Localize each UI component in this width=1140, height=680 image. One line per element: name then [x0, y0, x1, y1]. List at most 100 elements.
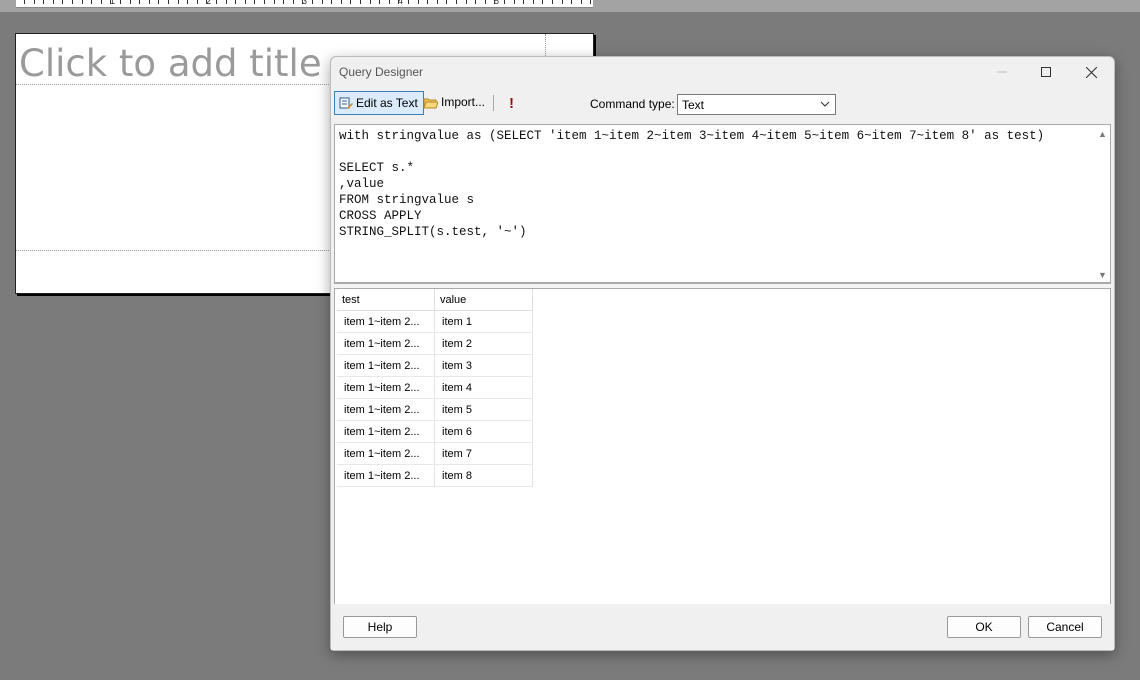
ruler-tick [504, 0, 505, 4]
query-text[interactable]: with stringvalue as (SELECT 'item 1~item… [339, 128, 1044, 240]
title-bar[interactable]: Query Designer [331, 57, 1114, 87]
ruler-tick [513, 0, 515, 4]
cell-test[interactable]: item 1~item 2... [337, 310, 435, 333]
cell-value[interactable]: item 8 [434, 464, 533, 487]
chevron-down-icon [820, 101, 830, 107]
results-pane: test value item 1~item 2... item 1 item 1~… [334, 288, 1111, 604]
ruler-tick [177, 0, 179, 4]
cell-test[interactable]: item 1~item 2... [337, 332, 435, 355]
scroll-down-icon[interactable]: ▼ [1098, 270, 1107, 280]
table-row[interactable]: item 1~item 2... item 2 [337, 332, 533, 355]
query-editor[interactable]: with stringvalue as (SELECT 'item 1~item… [334, 124, 1111, 283]
close-button[interactable] [1068, 57, 1114, 87]
ruler-tick [552, 0, 553, 4]
column-header-test[interactable]: test [337, 289, 435, 311]
title-placeholder[interactable]: Click to add title [19, 42, 322, 85]
table-row[interactable]: item 1~item 2... item 5 [337, 398, 533, 421]
horizontal-ruler: 1 2 3 4 5 [16, 0, 593, 8]
command-type-select[interactable]: Text [677, 94, 836, 115]
table-row[interactable]: item 1~item 2... item 4 [337, 376, 533, 399]
table-row[interactable]: item 1~item 2... item 6 [337, 420, 533, 443]
maximize-button[interactable] [1023, 57, 1069, 87]
dialog-title: Query Designer [339, 65, 424, 79]
folder-icon [423, 98, 438, 108]
cell-value[interactable]: item 6 [434, 420, 533, 443]
minimize-icon [997, 71, 1007, 73]
results-grid: test value item 1~item 2... item 1 item 1~… [337, 289, 533, 487]
import-button[interactable]: Import... [419, 91, 489, 113]
ruler-tick [561, 0, 563, 4]
toolbar-separator [493, 95, 494, 111]
ruler-tick [340, 0, 342, 4]
ruler-tick [360, 0, 361, 4]
ruler-tick [91, 0, 93, 4]
cell-test[interactable]: item 1~item 2... [337, 464, 435, 487]
command-type-value: Text [682, 98, 705, 112]
ruler-tick [312, 0, 313, 4]
ruler-tick [81, 0, 83, 4]
cell-test[interactable]: item 1~item 2... [337, 376, 435, 399]
command-type-label: Command type: [590, 97, 675, 111]
ruler-tick [264, 0, 265, 4]
run-icon[interactable]: ! [509, 95, 514, 112]
ruler-tick [225, 0, 227, 4]
ruler-tick [331, 0, 333, 4]
ruler-tick [523, 0, 525, 4]
cancel-button[interactable]: Cancel [1028, 616, 1102, 638]
ruler-number: 5 [494, 0, 500, 6]
ruler-tick [72, 0, 73, 4]
ok-button[interactable]: OK [947, 616, 1021, 638]
cell-value[interactable]: item 5 [434, 398, 533, 421]
cell-value[interactable]: item 2 [434, 332, 533, 355]
ruler-tick [417, 0, 419, 4]
ruler-tick [379, 0, 381, 4]
ruler-number: 2 [206, 0, 212, 6]
table-row[interactable]: item 1~item 2... item 8 [337, 464, 533, 487]
minimize-button[interactable] [979, 57, 1025, 87]
table-row[interactable]: item 1~item 2... item 1 [337, 310, 533, 333]
ruler-area: 1 2 3 4 5 [0, 0, 1140, 12]
ruler-tick [187, 0, 189, 4]
import-label: Import... [441, 95, 486, 109]
ruler-tick [283, 0, 285, 4]
cell-value[interactable]: item 4 [434, 376, 533, 399]
cell-value[interactable]: item 3 [434, 354, 533, 377]
help-button[interactable]: Help [343, 616, 417, 638]
ruler-tick [292, 0, 294, 4]
ruler-tick [244, 0, 246, 4]
ruler-tick [446, 0, 448, 4]
cell-test[interactable]: item 1~item 2... [337, 442, 435, 465]
toolbar: Edit as Text Import... ! Command type: T… [333, 90, 1112, 116]
ruler-tick [427, 0, 429, 4]
ruler-number: 3 [302, 0, 308, 6]
ruler-tick [475, 0, 477, 4]
ruler-tick [350, 0, 352, 4]
cell-value[interactable]: item 7 [434, 442, 533, 465]
ruler-tick [273, 0, 275, 4]
table-row[interactable]: item 1~item 2... item 3 [337, 354, 533, 377]
ruler-tick [120, 0, 121, 4]
scroll-up-icon[interactable]: ▲ [1098, 129, 1107, 139]
column-header-value[interactable]: value [434, 289, 533, 311]
ruler-tick [388, 0, 390, 4]
ruler-tick [158, 0, 160, 4]
cell-test[interactable]: item 1~item 2... [337, 398, 435, 421]
ruler-tick [436, 0, 438, 4]
ruler-tick [216, 0, 217, 4]
ruler-tick [542, 0, 544, 4]
ruler-tick [254, 0, 256, 4]
query-designer-dialog: Query Designer Edit as Text Import... ! … [330, 56, 1115, 651]
cell-test[interactable]: item 1~item 2... [337, 354, 435, 377]
editor-scrollbar[interactable]: ▲ ▼ [1094, 125, 1110, 282]
cell-test[interactable]: item 1~item 2... [337, 420, 435, 443]
ruler-tick [148, 0, 150, 4]
edit-as-text-button[interactable]: Edit as Text [334, 91, 424, 115]
table-row[interactable]: item 1~item 2... item 7 [337, 442, 533, 465]
ruler-tick [62, 0, 64, 4]
edit-text-icon [339, 97, 353, 109]
ruler-tick [321, 0, 323, 4]
dialog-footer: Help OK Cancel [331, 604, 1114, 650]
ruler-tick [139, 0, 141, 4]
ruler-tick [168, 0, 169, 4]
cell-value[interactable]: item 1 [434, 310, 533, 333]
